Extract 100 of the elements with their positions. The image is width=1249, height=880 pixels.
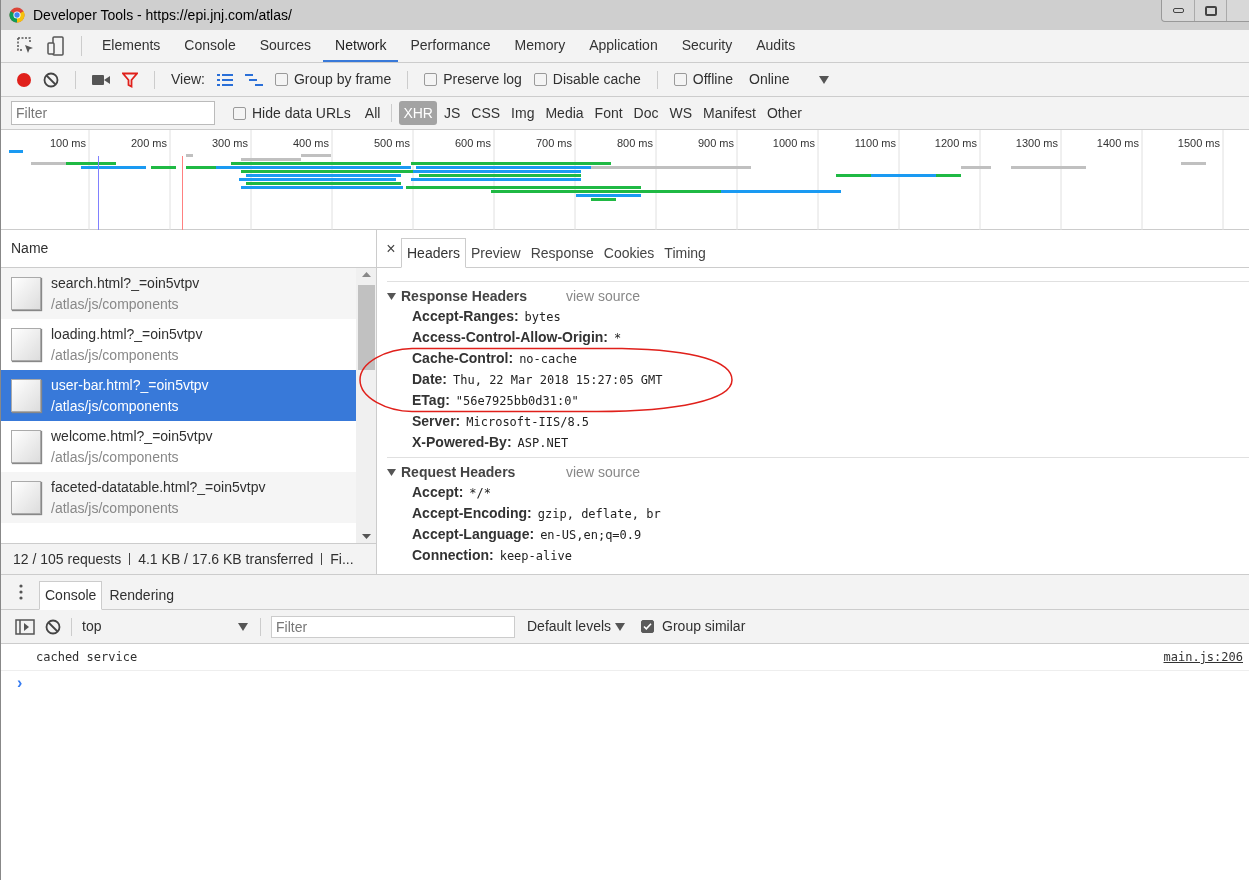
checkbox[interactable]	[533, 73, 547, 86]
type-filter-button[interactable]: Manifest	[699, 101, 760, 125]
tick-label: 900 ms	[697, 137, 734, 149]
type-filter-button[interactable]: JS	[439, 101, 465, 125]
clear-icon[interactable]	[43, 71, 59, 88]
panel-tab[interactable]: Sources	[247, 30, 324, 62]
header-name: Accept-Ranges:	[412, 307, 519, 326]
view-source-link[interactable]: view source	[566, 285, 640, 307]
tick-label: 1500 ms	[1177, 137, 1220, 149]
type-filter-button[interactable]: WS	[665, 101, 697, 125]
panel-tab[interactable]: Application	[577, 30, 670, 62]
scroll-down-icon[interactable]	[361, 534, 371, 539]
console-filter-field[interactable]: Filter	[271, 615, 515, 638]
header-name: Accept-Language:	[412, 525, 535, 544]
view-label: View:	[171, 70, 205, 89]
tick-label: 300 ms	[211, 137, 248, 149]
summary-text: Fi...	[330, 549, 354, 569]
camera-icon[interactable]	[92, 73, 110, 86]
panel-tab[interactable]: Security	[669, 30, 745, 62]
request-path: /atlas/js/components	[51, 396, 180, 416]
header-value: ASP.NET	[517, 434, 569, 452]
header-name: Date:	[412, 370, 447, 389]
request-path: /atlas/js/components	[51, 447, 180, 467]
source-link[interactable]: main.js:206	[1163, 648, 1243, 666]
checkbox[interactable]	[424, 73, 438, 86]
detail-tab[interactable]: Headers	[401, 238, 466, 268]
record-button[interactable]	[17, 72, 31, 87]
checkmark-icon	[643, 622, 653, 631]
sidebar-toggle-icon[interactable]	[15, 618, 35, 635]
panel-tab[interactable]: Console	[172, 30, 248, 62]
scrollbar[interactable]	[356, 268, 376, 543]
levels-dropdown[interactable]: Default levels	[527, 616, 626, 637]
drawer-tab[interactable]: Rendering	[104, 581, 179, 610]
tick-label: 1100 ms	[854, 137, 896, 149]
request-row[interactable]: faceted-datatable.html?_=oin5vtpv /atlas/js/components	[1, 472, 356, 523]
panel-tab[interactable]: Audits	[744, 30, 808, 62]
tick-label: 500 ms	[373, 137, 410, 149]
type-filter-button[interactable]: Img	[507, 101, 539, 125]
type-filter-button[interactable]: CSS	[467, 101, 505, 125]
header-value: gzip, deflate, br	[537, 505, 661, 523]
detail-tab[interactable]: Preview	[465, 238, 526, 268]
detail-tab[interactable]: Response	[525, 238, 599, 268]
filter-field[interactable]: Filter	[11, 101, 215, 125]
panel-tab[interactable]: Memory	[502, 30, 578, 62]
checkbox[interactable]	[233, 106, 246, 120]
checkbox-label: Offline	[692, 70, 733, 89]
panel-tab[interactable]: Elements	[90, 30, 173, 62]
panel-tab[interactable]: Performance	[398, 30, 503, 62]
tick-label: 1000 ms	[772, 137, 815, 149]
view-source-link[interactable]: view source	[566, 461, 640, 483]
request-name: welcome.html?_=oin5vtpv	[51, 426, 213, 446]
document-icon	[11, 379, 41, 412]
request-name: faceted-datatable.html?_=oin5vtpv	[51, 477, 266, 497]
type-filter-button[interactable]: Font	[590, 101, 627, 125]
checkbox[interactable]	[673, 73, 687, 86]
clear-icon[interactable]	[45, 618, 61, 635]
scroll-up-icon[interactable]	[361, 272, 371, 277]
more-icon[interactable]	[19, 584, 23, 600]
column-header[interactable]: Name	[11, 238, 49, 259]
type-filter-button[interactable]: Media	[541, 101, 588, 125]
header-value: */*	[469, 484, 492, 502]
drawer-tab[interactable]: Console	[39, 581, 103, 610]
throttling-dropdown[interactable]: Online	[749, 69, 830, 90]
header-value: *	[614, 329, 622, 347]
tick-label: 700 ms	[535, 137, 572, 149]
list-view-icon[interactable]	[217, 73, 233, 86]
header-value: keep-alive	[499, 547, 572, 565]
inspect-icon[interactable]	[17, 37, 35, 55]
disclosure-triangle-icon[interactable]	[387, 291, 397, 301]
header-name: ETag:	[412, 391, 450, 410]
header-name: Connection:	[412, 546, 494, 565]
header-value: Microsoft-IIS/8.5	[466, 413, 590, 431]
checkbox[interactable]	[275, 73, 288, 86]
summary-text: 4.1 KB / 17.6 KB transferred	[138, 549, 314, 569]
request-row[interactable]: user-bar.html?_=oin5vtpv /atlas/js/components	[1, 370, 356, 421]
header-value: en-US,en;q=0.9	[540, 526, 642, 544]
detail-tab[interactable]: Cookies	[598, 238, 660, 268]
header-name: Access-Control-Allow-Origin:	[412, 328, 608, 347]
type-filter-button[interactable]: Other	[763, 101, 806, 125]
console-prompt[interactable]: ›	[17, 671, 23, 695]
tick-label: 100 ms	[49, 137, 86, 149]
disclosure-triangle-icon[interactable]	[387, 467, 397, 477]
document-icon	[11, 481, 41, 514]
checkbox-label: Group similar	[662, 617, 746, 636]
request-name: user-bar.html?_=oin5vtpv	[51, 375, 209, 395]
request-name: loading.html?_=oin5vtpv	[51, 324, 203, 344]
header-value: "56e7925bb0d31:0"	[455, 392, 579, 410]
context-dropdown[interactable]: top	[82, 616, 250, 637]
waterfall-view-icon[interactable]	[245, 73, 263, 86]
filter-icon[interactable]	[122, 71, 138, 88]
tick-label: 400 ms	[292, 137, 329, 149]
type-filter-button[interactable]: All	[360, 101, 385, 125]
type-filter-button[interactable]: Doc	[629, 101, 663, 125]
device-toolbar-icon[interactable]	[47, 36, 65, 56]
detail-tab[interactable]: Timing	[659, 238, 711, 268]
request-row[interactable]: search.html?_=oin5vtpv /atlas/js/components	[1, 268, 356, 319]
checkbox-label: Group by frame	[294, 70, 392, 89]
header-name: Cache-Control:	[412, 349, 514, 368]
checkbox[interactable]	[641, 620, 655, 633]
request-path: /atlas/js/components	[51, 345, 180, 365]
